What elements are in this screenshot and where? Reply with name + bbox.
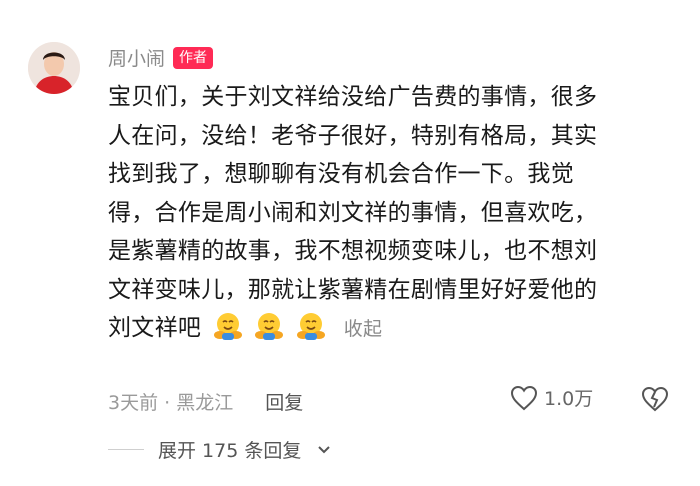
like-count: 1.0万 — [544, 388, 594, 410]
expand-replies[interactable]: 展开 175 条回复 — [108, 436, 331, 463]
author-row: 周小闹 作者 — [108, 44, 214, 71]
comment-line: 得，合作是周小闹和刘文祥的事情，但喜欢吃， — [108, 199, 598, 226]
comment-line: 宝贝们，关于刘文祥给没给广告费的事情，很多 — [108, 84, 598, 110]
heart-icon — [510, 385, 538, 410]
avatar[interactable] — [28, 42, 80, 94]
hugging-face-emoji — [213, 313, 242, 340]
comment-last-line: 刘文祥吧 收起 — [108, 309, 678, 349]
author-name[interactable]: 周小闹 — [108, 44, 165, 71]
reply-button[interactable]: 回复 — [265, 388, 303, 415]
chevron-down-icon — [318, 445, 331, 453]
hugging-face-emoji — [297, 313, 326, 340]
time-location: 3天前 · 黑龙江 — [108, 392, 234, 414]
dislike-button[interactable] — [641, 386, 669, 416]
hugging-face-emoji — [255, 313, 284, 340]
expand-replies-label: 展开 175 条回复 — [158, 440, 302, 462]
comment-meta: 3天前 · 黑龙江 回复 — [108, 388, 303, 415]
comment-line: 文祥变味儿，那就让紫薯精在剧情里好好爱他的 — [108, 276, 598, 303]
comment-line: 人在问，没给！老爷子很好，特别有格局，其实 — [108, 122, 598, 149]
collapse-link[interactable]: 收起 — [344, 318, 383, 340]
comment-line: 刘文祥吧 — [108, 315, 202, 341]
like-button[interactable]: 1.0万 — [510, 384, 593, 411]
comment-body[interactable]: 宝贝们，关于刘文祥给没给广告费的事情，很多 人在问，没给！老爷子很好，特别有格局… — [108, 78, 678, 349]
author-badge: 作者 — [173, 46, 214, 69]
broken-heart-icon — [641, 386, 669, 412]
comment-line: 找到我了，想聊聊有没有机会合作一下。我觉 — [108, 161, 574, 187]
divider — [108, 449, 144, 450]
comment-line: 是紫薯精的故事，我不想视频变味儿，也不想刘 — [108, 238, 598, 264]
